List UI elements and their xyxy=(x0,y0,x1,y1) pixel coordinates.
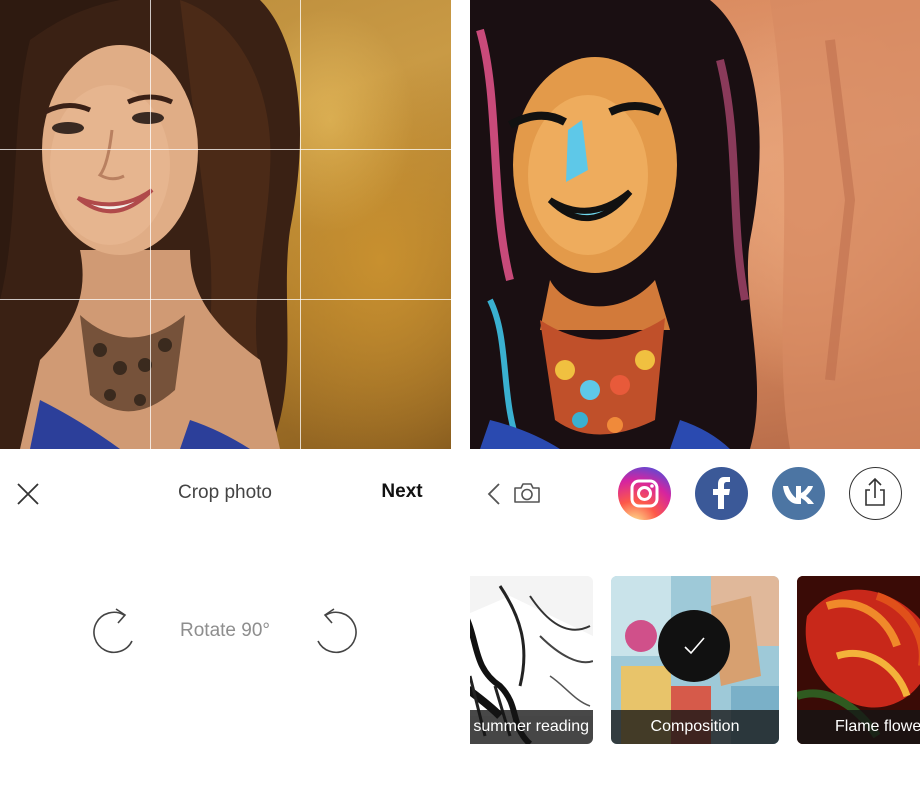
original-photo[interactable] xyxy=(0,0,451,449)
style-card-composition[interactable]: Composition xyxy=(611,576,779,744)
rotate-90-label[interactable]: Rotate 90° xyxy=(150,620,300,642)
rotate-left-icon xyxy=(93,608,133,654)
close-button[interactable] xyxy=(14,480,42,508)
back-button[interactable] xyxy=(484,481,504,507)
next-button[interactable]: Next xyxy=(370,481,434,503)
checkmark-icon xyxy=(684,637,705,655)
crop-grid-line xyxy=(300,0,301,449)
share-icon xyxy=(865,477,885,506)
selected-indicator xyxy=(658,610,730,682)
camera-icon xyxy=(514,483,540,503)
rotate-left-button[interactable] xyxy=(88,605,136,657)
style-card-label: Composition xyxy=(611,710,779,744)
instagram-icon xyxy=(630,479,659,508)
portrait-photo xyxy=(0,0,300,449)
share-more-button[interactable] xyxy=(849,467,902,520)
page-title: Crop photo xyxy=(177,482,272,503)
close-icon xyxy=(17,483,39,505)
crop-grid-line xyxy=(0,299,451,300)
styled-result-screen: summer reading Composition Flame flower xyxy=(470,0,920,800)
vk-icon xyxy=(783,486,814,504)
crop-photo-screen: Crop photo Next Rotate 90° xyxy=(0,0,451,800)
rotate-right-icon xyxy=(317,608,357,654)
chevron-left-icon xyxy=(487,483,500,505)
share-facebook-button[interactable] xyxy=(695,467,748,520)
crop-grid-line xyxy=(0,149,451,150)
camera-button[interactable] xyxy=(512,480,542,506)
facebook-icon xyxy=(713,477,730,509)
crop-grid-line xyxy=(150,0,151,449)
share-vk-button[interactable] xyxy=(772,467,825,520)
share-instagram-button[interactable] xyxy=(618,467,671,520)
style-card-label: summer reading xyxy=(470,710,593,744)
style-card-flame-flower[interactable]: Flame flower xyxy=(797,576,920,744)
style-card-label: Flame flower xyxy=(797,710,920,744)
stylized-portrait xyxy=(470,0,920,449)
styled-photo xyxy=(470,0,920,449)
rotate-right-button[interactable] xyxy=(314,605,362,657)
style-card-summer-reading[interactable]: summer reading xyxy=(470,576,593,744)
